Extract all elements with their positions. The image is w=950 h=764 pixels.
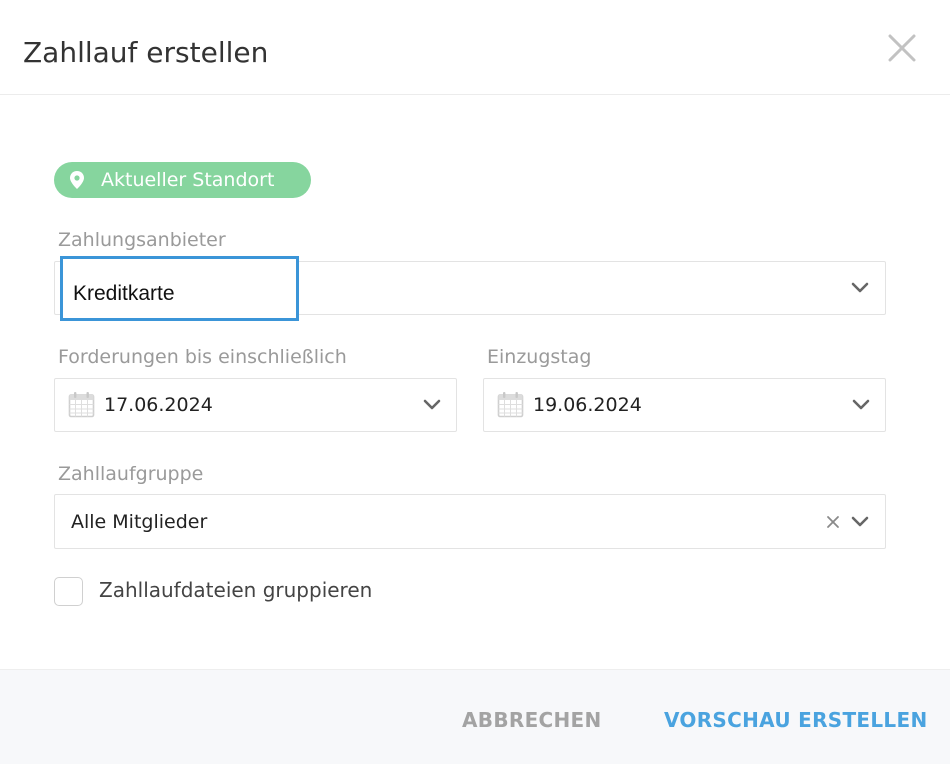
- create-preview-button[interactable]: VORSCHAU ERSTELLEN: [664, 707, 927, 733]
- group-files-label: Zahllaufdateien gruppieren: [99, 578, 373, 602]
- claims-until-value: 17.06.2024: [104, 394, 213, 416]
- map-pin-icon: [70, 171, 84, 189]
- dialog-header: Zahllauf erstellen: [0, 0, 950, 95]
- payment-provider-label: Zahlungsanbieter: [58, 229, 226, 251]
- payment-provider-value: Kreditkarte: [73, 282, 175, 305]
- close-icon: [888, 34, 916, 62]
- run-group-select[interactable]: Alle Mitglieder: [54, 494, 886, 549]
- create-payment-run-dialog: Zahllauf erstellen Aktueller Standort Za…: [0, 0, 950, 764]
- chevron-down-icon: [337, 174, 353, 184]
- run-group-label: Zahllaufgruppe: [58, 463, 204, 485]
- calendar-icon: [68, 392, 95, 418]
- run-group-value: Alle Mitglieder: [71, 511, 208, 533]
- group-files-checkbox[interactable]: [54, 577, 83, 606]
- collection-day-label: Einzugstag: [487, 346, 592, 368]
- chevron-down-icon: [423, 399, 441, 410]
- collection-day-datepicker[interactable]: 19.06.2024: [483, 378, 886, 432]
- close-button[interactable]: [884, 32, 920, 64]
- dialog-title: Zahllauf erstellen: [23, 36, 269, 69]
- collection-day-value: 19.06.2024: [533, 394, 642, 416]
- location-label: Aktueller Standort: [101, 169, 275, 191]
- claims-until-datepicker[interactable]: 17.06.2024: [54, 378, 457, 432]
- calendar-icon: [497, 392, 524, 418]
- dialog-footer: ABBRECHEN VORSCHAU ERSTELLEN: [0, 669, 950, 764]
- chevron-down-icon: [851, 282, 869, 293]
- claims-until-label: Forderungen bis einschließlich: [58, 346, 347, 368]
- location-selector[interactable]: Aktueller Standort: [54, 162, 353, 198]
- chevron-down-icon: [851, 516, 869, 527]
- chevron-down-icon: [852, 399, 870, 410]
- clear-icon[interactable]: [826, 515, 840, 529]
- payment-provider-highlight[interactable]: Kreditkarte: [60, 256, 299, 321]
- cancel-button[interactable]: ABBRECHEN: [462, 707, 602, 733]
